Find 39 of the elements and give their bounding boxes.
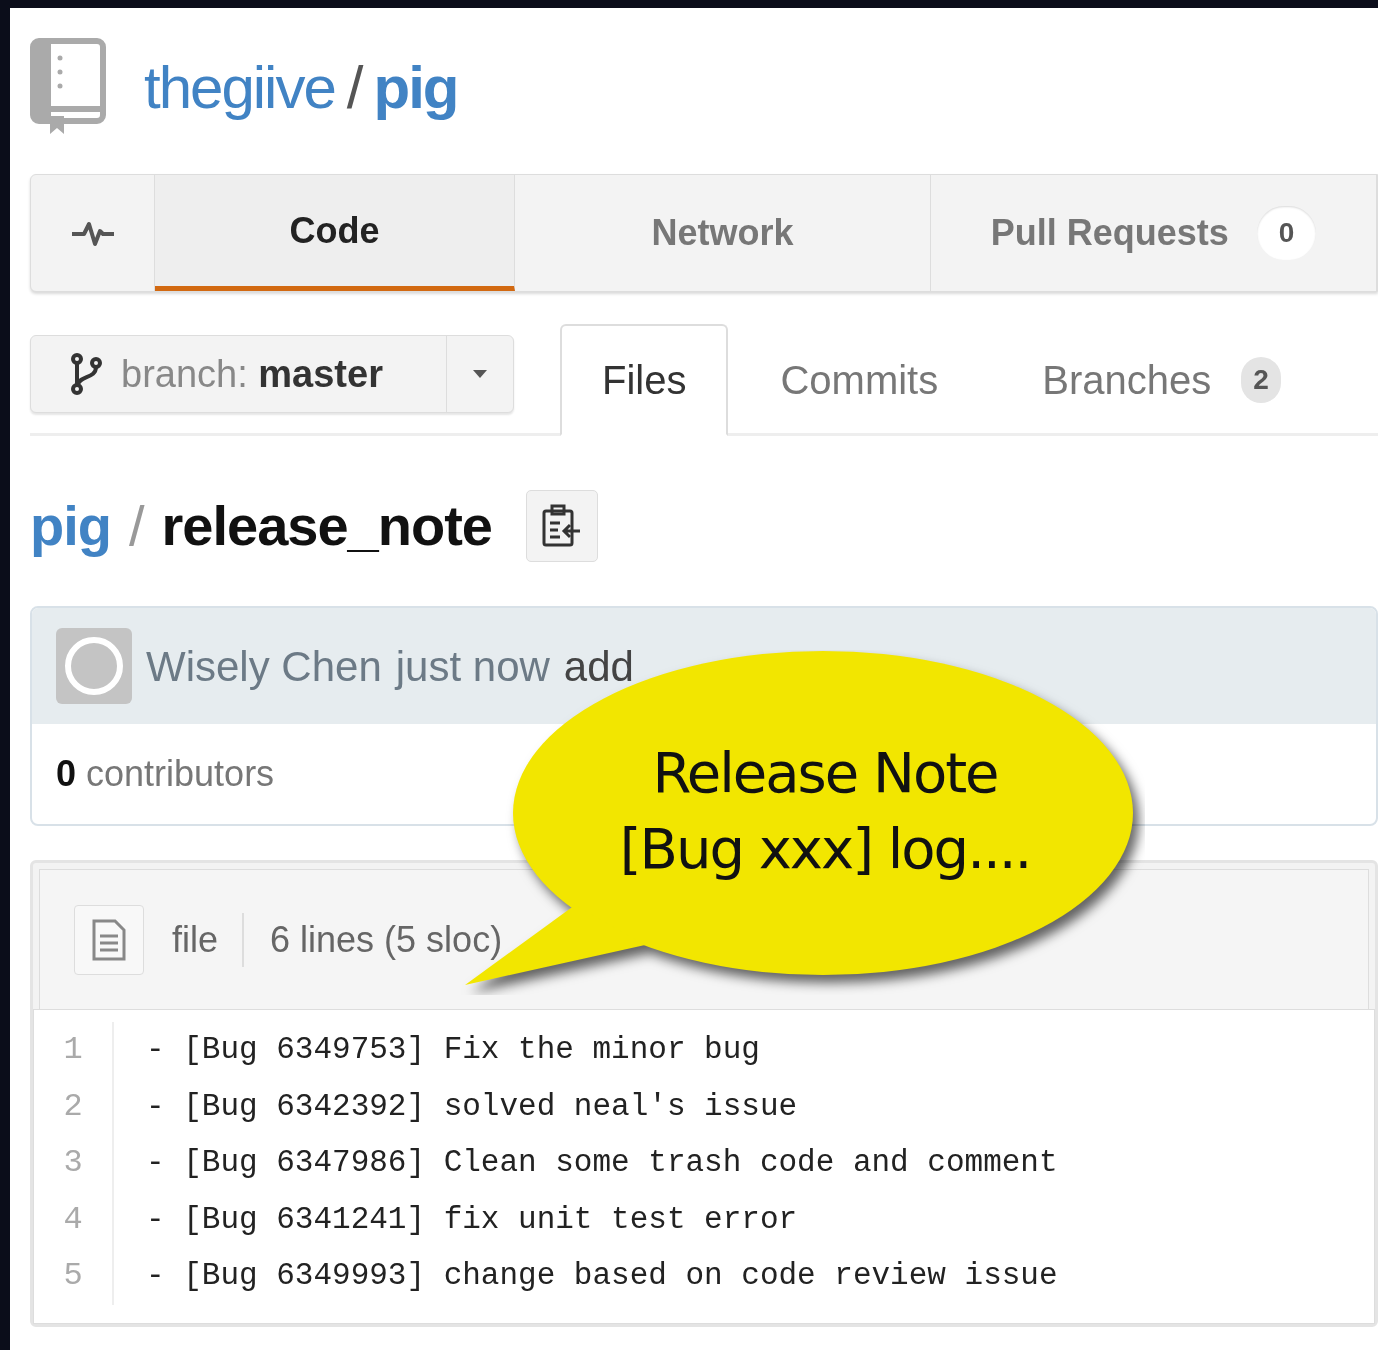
- file-tab[interactable]: Commits: [728, 324, 991, 436]
- path-separator: /: [129, 493, 144, 559]
- count-badge: 0: [1256, 206, 1317, 260]
- commit-message: add: [563, 641, 634, 692]
- code-line: - [Bug 6342392] solved neal's issue: [146, 1087, 798, 1126]
- repo-owner-link[interactable]: thegiive: [144, 43, 335, 133]
- copy-path-button[interactable]: [526, 490, 598, 562]
- callout-text: [Bug xxx] log....: [619, 815, 1031, 883]
- nav-tab[interactable]: Code: [155, 175, 515, 291]
- file-tab[interactable]: Branches 2: [990, 324, 1333, 436]
- callout-text: Release Note: [652, 739, 998, 807]
- repo-name-link[interactable]: pig: [373, 43, 458, 133]
- count-badge: 2: [1241, 357, 1281, 403]
- contributors-label: contributors: [86, 752, 275, 796]
- path-separator: /: [346, 53, 362, 123]
- contributor-count: 0: [56, 752, 77, 796]
- nav-tab[interactable]: Network: [515, 175, 931, 291]
- line-number: 5: [63, 1256, 83, 1296]
- commit-author: Wisely Chen: [146, 641, 382, 692]
- nav-tab[interactable]: Pull Requests 0: [931, 175, 1377, 291]
- code-line: - [Bug 6347986] Clean some trash code and comment: [146, 1144, 1058, 1182]
- breadcrumb-repo-link[interactable]: pig: [30, 484, 111, 568]
- file-size: 6 lines (5 sloc): [270, 917, 503, 962]
- branch-select-button[interactable]: branch: master: [30, 335, 514, 413]
- commit-time: just now: [395, 641, 550, 692]
- line-number: 2: [63, 1086, 83, 1127]
- caret-icon: [473, 370, 487, 378]
- code-line: - [Bug 6349753] Fix the minor bug: [146, 1031, 760, 1069]
- code-line: - [Bug 6349993] change based on code review issue: [146, 1257, 1058, 1295]
- line-number: 1: [63, 1030, 83, 1070]
- branch-label: branch: master: [121, 351, 383, 397]
- line-number: 4: [63, 1199, 83, 1240]
- line-number: 3: [63, 1143, 83, 1183]
- file-tab[interactable]: Files: [560, 324, 729, 436]
- file-icon: [74, 904, 144, 975]
- code-line: - [Bug 6341241] fix unit test error: [146, 1200, 798, 1239]
- branch-icon: [69, 353, 103, 395]
- file-mode: file: [172, 912, 245, 967]
- file-name: release_note: [161, 493, 492, 559]
